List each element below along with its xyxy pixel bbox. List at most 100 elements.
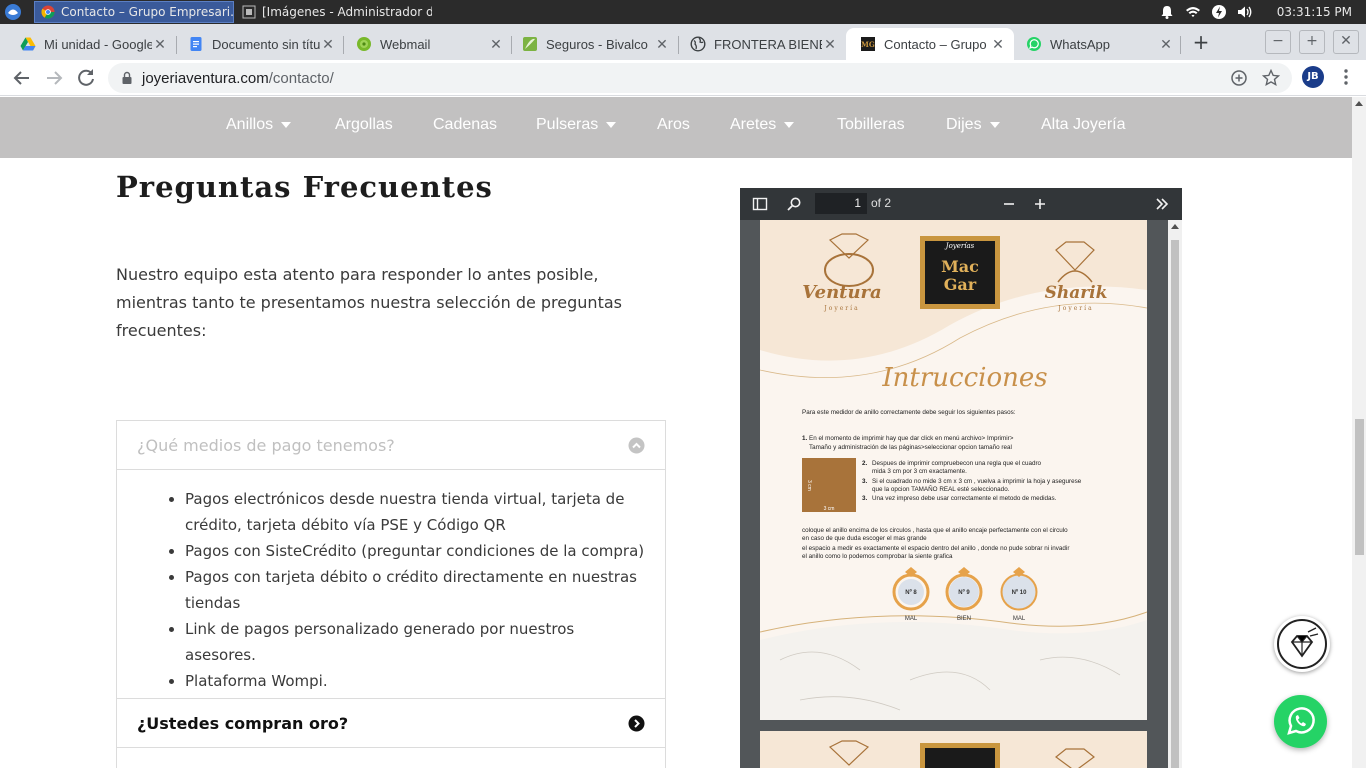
pdf-page-2 xyxy=(760,731,1147,768)
google-docs-icon xyxy=(190,37,202,51)
close-window-button[interactable]: ✕ xyxy=(1333,30,1359,54)
pdf-viewer: 1 of 2 Ventura Joyería Joyerías Mac Gar … xyxy=(740,188,1182,768)
faq-question-label: ¿Qué medios de pago tenemos? xyxy=(137,435,395,455)
scroll-up-arrow-icon[interactable] xyxy=(1171,224,1179,229)
tab-whatsapp[interactable]: WhatsApp ✕ xyxy=(1012,28,1182,60)
document-lead: Para este medidor de anillo correctament… xyxy=(802,409,1016,416)
brand-left-sub: Joyería xyxy=(823,305,859,312)
double-chevron-right-icon[interactable] xyxy=(1154,196,1170,212)
clock[interactable]: 03:31:15 PM xyxy=(1277,5,1352,19)
page-scrollbar-thumb[interactable] xyxy=(1355,419,1364,555)
nav-item-label: Pulseras xyxy=(536,116,599,133)
tab-title: Webmail xyxy=(380,36,431,52)
svg-text:Nº 8: Nº 8 xyxy=(905,590,917,596)
tab-webmail[interactable]: Webmail ✕ xyxy=(342,28,512,60)
nav-item-cadenas[interactable]: Cadenas xyxy=(433,116,497,134)
chevron-right-icon[interactable] xyxy=(628,715,645,732)
tab-contacto-active[interactable]: MG Contacto – Grupo E ✕ xyxy=(846,28,1014,60)
new-tab-button[interactable]: + xyxy=(1188,30,1214,56)
more-menu-icon[interactable] xyxy=(1340,68,1352,86)
pdf-scrollbar[interactable] xyxy=(1168,220,1182,768)
taskbar-window-images[interactable]: [Imágenes - Administrador d... xyxy=(236,1,432,23)
reload-icon[interactable] xyxy=(74,66,98,90)
close-icon[interactable]: ✕ xyxy=(1158,36,1174,53)
tab-title: Mi unidad - Google xyxy=(44,36,152,52)
faq-answer-payment: Pagos electrónicos desde nuestra tienda … xyxy=(117,470,665,699)
document-step1-b: Tamaño y administración de las páginas>s… xyxy=(809,444,1012,451)
ventura-logo-icon xyxy=(824,233,874,287)
chevron-down-icon xyxy=(281,122,292,128)
taskbar-window-chrome[interactable]: Contacto – Grupo Empresari... xyxy=(34,1,234,23)
close-icon[interactable]: ✕ xyxy=(320,36,336,53)
svg-text:Nº 10: Nº 10 xyxy=(1012,590,1028,596)
notification-bell-icon[interactable] xyxy=(1159,4,1175,20)
svg-text:3.: 3. xyxy=(862,478,868,485)
faq-next-question-partial[interactable] xyxy=(117,748,665,768)
zoom-out-icon[interactable] xyxy=(1001,196,1017,212)
add-to-page-icon[interactable] xyxy=(1230,69,1248,87)
document-para-3: el espacio a medir es exactamente el esp… xyxy=(802,545,1069,552)
close-icon[interactable]: ✕ xyxy=(654,36,670,53)
power-icon[interactable] xyxy=(1211,4,1227,20)
svg-text:MAL: MAL xyxy=(1013,616,1026,622)
jewelry-chat-button[interactable] xyxy=(1274,616,1330,672)
pdf-page-1: Ventura Joyería Joyerías Mac Gar Sharik … xyxy=(760,220,1147,720)
maximize-button[interactable]: + xyxy=(1299,30,1325,54)
faq-question-gold[interactable]: ¿Ustedes compran oro? xyxy=(117,699,665,748)
svg-text:BIEN: BIEN xyxy=(957,616,971,622)
pdf-page-input[interactable]: 1 xyxy=(815,193,867,214)
pdf-page-total: of 2 xyxy=(871,196,892,210)
chevron-up-icon[interactable] xyxy=(628,437,645,454)
page-scrollbar[interactable] xyxy=(1352,97,1366,768)
pdf-scrollbar-thumb[interactable] xyxy=(1171,240,1179,768)
lock-icon[interactable] xyxy=(120,71,134,85)
tab-title: Seguros - Bivalco xyxy=(546,36,648,52)
nav-item-pulseras[interactable]: Pulseras xyxy=(536,116,617,134)
taskbar-window-label: Contacto – Grupo Empresari... xyxy=(61,5,234,19)
nav-item-dijes[interactable]: Dijes xyxy=(946,116,1000,134)
brand-center-top: Joyerías xyxy=(944,242,975,250)
tab-google-drive[interactable]: Mi unidad - Google ✕ xyxy=(6,28,176,60)
svg-text:MG: MG xyxy=(861,40,875,49)
svg-text:MAL: MAL xyxy=(905,616,918,622)
svg-text:Nº 9: Nº 9 xyxy=(958,590,970,596)
list-item: Pagos con tarjeta débito o crédito direc… xyxy=(185,564,647,616)
profile-avatar[interactable]: JB xyxy=(1302,66,1324,88)
nav-item-label: Argollas xyxy=(335,116,393,133)
wifi-icon[interactable] xyxy=(1185,4,1201,20)
nav-item-label: Anillos xyxy=(226,116,274,133)
nav-item-tobilleras[interactable]: Tobilleras xyxy=(837,116,905,134)
chevron-down-icon xyxy=(606,122,617,128)
address-bar[interactable]: joyeriaventura.com/contacto/ xyxy=(108,63,1292,93)
zoom-in-icon[interactable] xyxy=(1032,196,1048,212)
close-icon[interactable]: ✕ xyxy=(990,36,1006,53)
scroll-up-arrow-icon[interactable] xyxy=(1355,101,1363,106)
sidebar-toggle-icon[interactable] xyxy=(752,196,768,212)
back-arrow-icon[interactable] xyxy=(10,66,34,90)
document-heading: Intrucciones xyxy=(881,363,1047,393)
faq-intro: Nuestro equipo esta atento para responde… xyxy=(116,265,622,340)
tab-seguros-bivalco[interactable]: Seguros - Bivalco ✕ xyxy=(508,28,678,60)
nav-item-argollas[interactable]: Argollas xyxy=(335,116,393,134)
nav-item-alta-joyeria[interactable]: Alta Joyería xyxy=(1041,116,1125,134)
nav-item-aros[interactable]: Aros xyxy=(657,116,690,134)
tab-divider xyxy=(1180,36,1181,54)
document-step3-a: Si el cuadrado no mide 3 cm x 3 cm , vue… xyxy=(872,478,1082,485)
forward-arrow-icon[interactable] xyxy=(42,66,66,90)
svg-text:2.: 2. xyxy=(862,460,868,467)
tab-google-docs[interactable]: Documento sin títu ✕ xyxy=(174,28,344,60)
nav-item-anillos[interactable]: Anillos xyxy=(226,116,292,134)
close-icon[interactable]: ✕ xyxy=(152,36,168,53)
close-icon[interactable]: ✕ xyxy=(822,36,838,53)
site-main-nav: Anillos Argollas Cadenas Pulseras Aros A… xyxy=(0,97,1352,158)
bookmark-star-icon[interactable] xyxy=(1262,69,1280,87)
nav-item-aretes[interactable]: Aretes xyxy=(730,116,795,134)
close-icon[interactable]: ✕ xyxy=(488,36,504,53)
whatsapp-chat-button[interactable] xyxy=(1274,695,1327,748)
search-icon[interactable] xyxy=(786,196,802,212)
volume-icon[interactable] xyxy=(1237,4,1253,20)
tab-frontera-bienes[interactable]: FRONTERA BIENES ✕ xyxy=(676,28,846,60)
os-menu-icon[interactable] xyxy=(4,3,22,21)
faq-question-payment[interactable]: ¿Qué medios de pago tenemos? xyxy=(117,421,665,470)
minimize-button[interactable]: − xyxy=(1265,30,1291,54)
